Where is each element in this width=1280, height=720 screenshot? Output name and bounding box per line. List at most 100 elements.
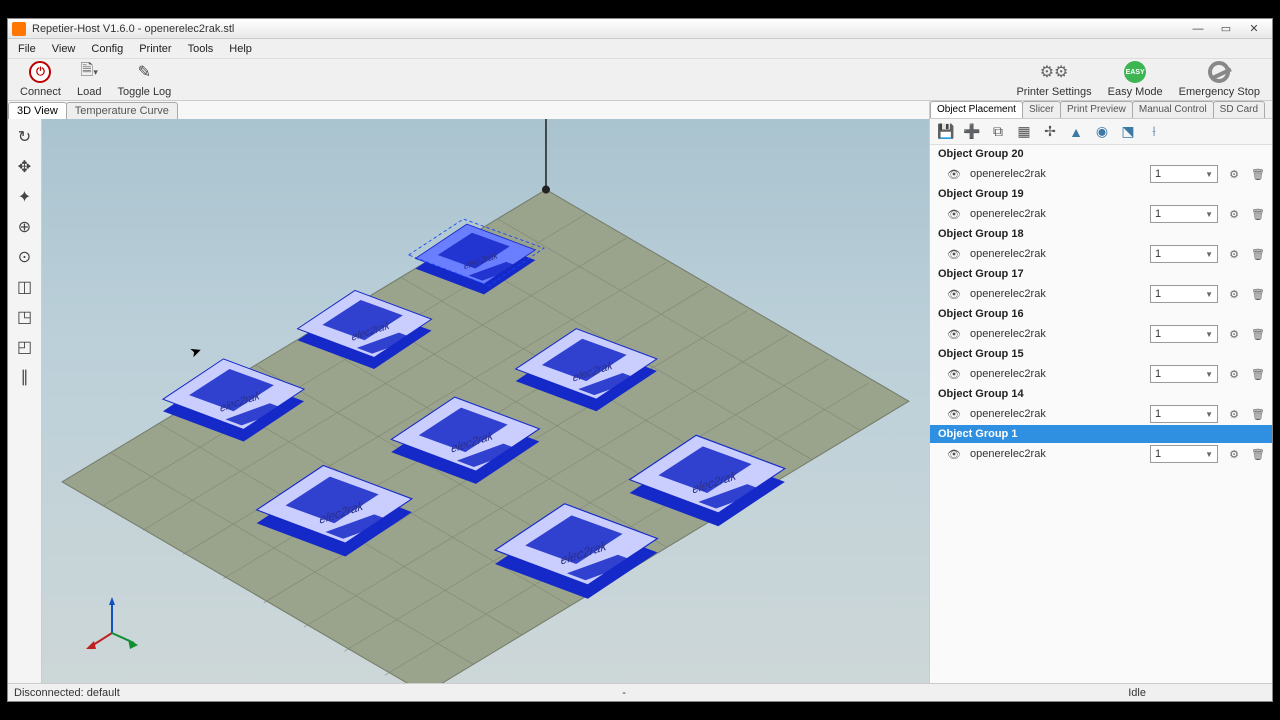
object-name: openerelec2rak [970,368,1142,380]
load-button[interactable]: 🗎▾ Load [69,58,109,100]
menu-printer[interactable]: Printer [131,41,179,57]
copies-select[interactable]: 1▼ [1150,245,1218,263]
connect-button[interactable]: ⏻ Connect [12,58,69,100]
trash-icon[interactable]: 🗑 [1250,208,1266,221]
printer-settings-button[interactable]: ⚙⚙ Printer Settings [1008,58,1099,100]
gear-icon[interactable]: ⚙ [1226,408,1242,421]
copies-select[interactable]: 1▼ [1150,205,1218,223]
trash-icon[interactable]: 🗑 [1250,328,1266,341]
scale-icon[interactable]: ▲ [1064,121,1088,143]
trash-icon[interactable]: 🗑 [1250,368,1266,381]
gear-icon[interactable]: ⚙ [1226,248,1242,261]
visibility-icon[interactable]: 👁 [946,168,962,181]
visibility-icon[interactable]: 👁 [946,288,962,301]
rotate-icon[interactable]: ◉ [1090,121,1114,143]
cut-icon[interactable]: ⟊ [1142,121,1166,143]
object-group-header[interactable]: Object Group 19 [930,185,1272,203]
menu-help[interactable]: Help [221,41,260,57]
object-name: openerelec2rak [970,288,1142,300]
copies-select[interactable]: 1▼ [1150,325,1218,343]
object-list: Object Group 20 👁 openerelec2rak 1▼ ⚙ 🗑 Object… [930,145,1272,683]
minimize-button[interactable]: — [1184,20,1212,38]
tab-sd-card[interactable]: SD Card [1213,101,1265,118]
menu-file[interactable]: File [10,41,44,57]
trash-icon[interactable]: 🗑 [1250,248,1266,261]
center-icon[interactable]: ✢ [1038,121,1062,143]
object-row[interactable]: 👁 openerelec2rak 1▼ ⚙ 🗑 [930,403,1272,425]
zoom-fit-tool[interactable]: ⊙ [11,243,39,271]
object-group-header[interactable]: Object Group 1 [930,425,1272,443]
autoarrange-icon[interactable]: ▦ [1012,121,1036,143]
copies-select[interactable]: 1▼ [1150,445,1218,463]
status-connection: Disconnected: default [14,687,120,699]
object-name: openerelec2rak [970,408,1142,420]
tab-manual-control[interactable]: Manual Control [1132,101,1214,118]
visibility-icon[interactable]: 👁 [946,368,962,381]
copies-select[interactable]: 1▼ [1150,405,1218,423]
gear-icon[interactable]: ⚙ [1226,288,1242,301]
visibility-icon[interactable]: 👁 [946,328,962,341]
front-view-tool[interactable]: ◰ [11,333,39,361]
object-group-header[interactable]: Object Group 18 [930,225,1272,243]
copies-select[interactable]: 1▼ [1150,165,1218,183]
object-row[interactable]: 👁 openerelec2rak 1▼ ⚙ 🗑 [930,363,1272,385]
maximize-button[interactable]: ▭ [1212,20,1240,38]
object-group-header[interactable]: Object Group 16 [930,305,1272,323]
tab-temperature-curve[interactable]: Temperature Curve [66,102,178,119]
easy-mode-button[interactable]: EASY Easy Mode [1100,58,1171,100]
statusbar: Disconnected: default - Idle [8,683,1272,701]
visibility-icon[interactable]: 👁 [946,408,962,421]
add-object-icon[interactable]: ➕ [960,121,984,143]
visibility-icon[interactable]: 👁 [946,208,962,221]
visibility-icon[interactable]: 👁 [946,448,962,461]
visibility-icon[interactable]: 👁 [946,248,962,261]
object-row[interactable]: 👁openerelec2rak1▼⚙🗑 [930,443,1272,465]
tab-print-preview[interactable]: Print Preview [1060,101,1133,118]
menu-config[interactable]: Config [83,41,131,57]
menu-tools[interactable]: Tools [180,41,222,57]
object-row[interactable]: 👁openerelec2rak1▼⚙🗑 [930,243,1272,265]
object-toolbar: 💾 ➕ ⧉ ▦ ✢ ▲ ◉ ⬔ ⟊ [930,119,1272,145]
object-group-header[interactable]: Object Group 17 [930,265,1272,283]
iso-view-tool[interactable]: ◳ [11,303,39,331]
copy-object-icon[interactable]: ⧉ [986,121,1010,143]
trash-icon[interactable]: 🗑 [1250,168,1266,181]
perspective-tool[interactable]: ◫ [11,273,39,301]
rotate-view-tool[interactable]: ↻ [11,123,39,151]
gear-icon[interactable]: ⚙ [1226,448,1242,461]
connect-label: Connect [20,86,61,98]
object-row[interactable]: 👁 openerelec2rak 1▼ ⚙ 🗑 [930,203,1272,225]
trash-icon[interactable]: 🗑 [1250,408,1266,421]
close-button[interactable]: ✕ [1240,20,1268,38]
trash-icon[interactable]: 🗑 [1250,448,1266,461]
move-view-tool[interactable]: ✥ [11,153,39,181]
copies-select[interactable]: 1▼ [1150,285,1218,303]
menu-view[interactable]: View [44,41,84,57]
toggle-log-button[interactable]: ✎ Toggle Log [109,58,179,100]
trash-icon[interactable]: 🗑 [1250,288,1266,301]
mirror-icon[interactable]: ⬔ [1116,121,1140,143]
object-row[interactable]: 👁openerelec2rak1▼⚙🗑 [930,323,1272,345]
3d-viewport[interactable]: elec2rakelec2rakelec2rakelec2rakelec2rak… [42,119,929,683]
move-object-tool[interactable]: ✦ [11,183,39,211]
object-group-header[interactable]: Object Group 14 [930,385,1272,403]
save-icon[interactable]: 💾 [934,121,958,143]
copies-select[interactable]: 1▼ [1150,365,1218,383]
gear-icon[interactable]: ⚙ [1226,368,1242,381]
parallel-lines-tool[interactable]: ∥ [11,363,39,391]
emergency-stop-button[interactable]: Emergency Stop [1171,58,1268,100]
gear-icon[interactable]: ⚙ [1226,168,1242,181]
tab-slicer[interactable]: Slicer [1022,101,1061,118]
object-row[interactable]: 👁 openerelec2rak 1▼ ⚙ 🗑 [930,283,1272,305]
tab-object-placement[interactable]: Object Placement [930,101,1023,118]
gear-icon[interactable]: ⚙ [1226,208,1242,221]
object-name: openerelec2rak [970,208,1142,220]
object-group-header[interactable]: Object Group 15 [930,345,1272,363]
tab-3d-view[interactable]: 3D View [8,102,67,119]
titlebar: Repetier-Host V1.6.0 - openerelec2rak.st… [8,19,1272,39]
object-row[interactable]: 👁openerelec2rak1▼⚙🗑 [930,163,1272,185]
object-group-header[interactable]: Object Group 20 [930,145,1272,163]
gear-icon[interactable]: ⚙ [1226,328,1242,341]
window-title: Repetier-Host V1.6.0 - openerelec2rak.st… [32,23,1184,35]
zoom-in-tool[interactable]: ⊕ [11,213,39,241]
